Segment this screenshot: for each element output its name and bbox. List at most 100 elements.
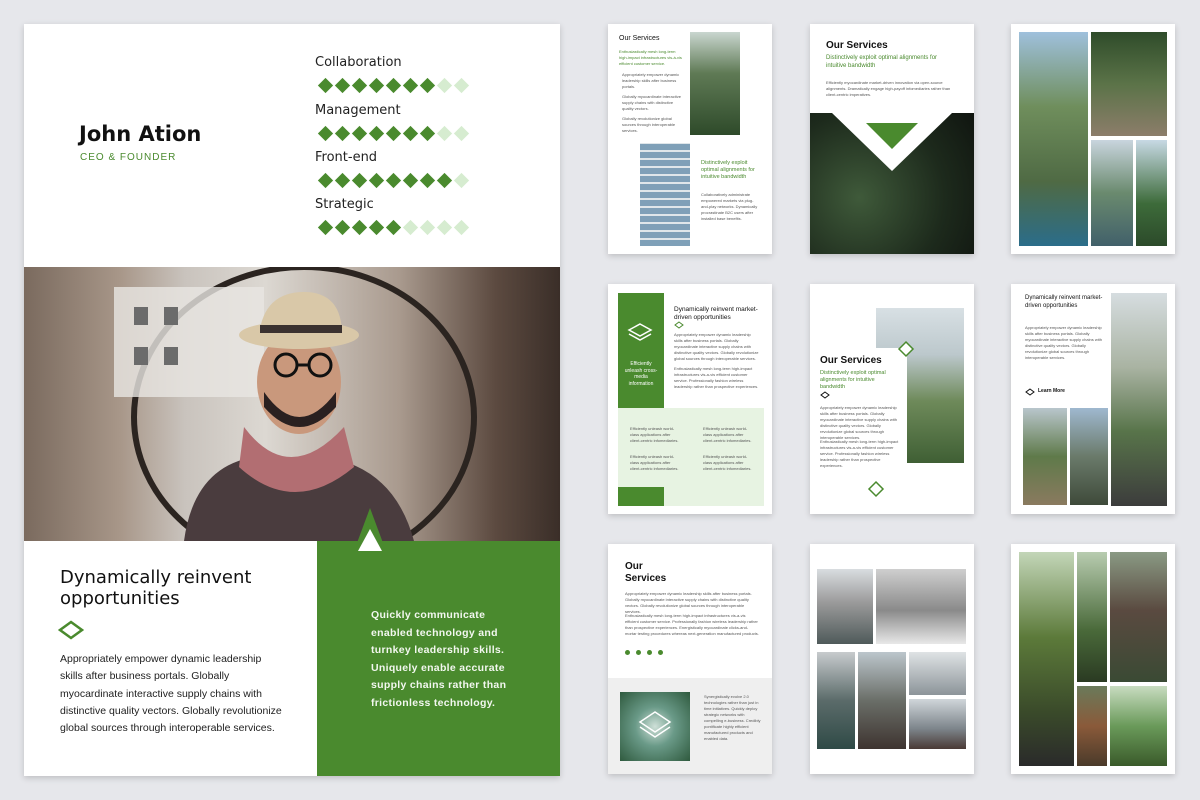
twitter-icon[interactable]	[625, 650, 630, 655]
skill-bar-collaboration	[317, 77, 470, 94]
thumb6-learn-more-link[interactable]: Learn More	[1038, 388, 1065, 394]
thumb5-diamond-bottom-icon	[867, 480, 885, 498]
thumb9-photo-forest	[1019, 552, 1074, 766]
skill-label-management: Management	[315, 103, 401, 118]
thumb4-body-1: Appropriately empower dynamic leadership…	[674, 332, 759, 361]
thumb-services-2: Our Services Distinctively exploit optim…	[810, 24, 974, 254]
google-icon[interactable]	[658, 650, 663, 655]
thumb6-diamond-icon	[1025, 388, 1035, 396]
skill-diamond	[334, 172, 351, 189]
thumb2-photo-plants	[810, 113, 974, 254]
skill-bar-strategic	[317, 219, 470, 236]
thumb3-photo-bridge	[1091, 32, 1167, 136]
thumb1-callout-body: Collaboratively administrate empowered m…	[701, 192, 758, 221]
thumb7-body-1: Appropriately empower dynamic leadership…	[625, 591, 752, 614]
thumb4-side-panel	[618, 293, 664, 408]
skill-bar-frontend	[317, 172, 470, 189]
profile-name: John Ation	[79, 122, 202, 146]
skill-diamond	[334, 219, 351, 236]
social-icons	[625, 650, 663, 655]
skill-diamond	[351, 172, 368, 189]
thumb5-subtitle: Distinctively exploit optimal alignments…	[820, 370, 886, 390]
skill-diamond	[453, 219, 470, 236]
thumb5-title: Our Services	[820, 355, 882, 366]
thumb4-cell-1: Efficiently unleash world-class applicat…	[630, 426, 679, 443]
thumb-mountain-collage	[810, 544, 974, 774]
thumb7-footer-text: Synergistically evolve 2.0 technologies …	[704, 694, 761, 741]
thumb8-photo-lake-2	[858, 652, 906, 749]
thumb5-body-2: Enthusiastically mesh long-term high-imp…	[820, 439, 899, 468]
skill-diamond	[385, 125, 402, 142]
thumb9-photo-meadow	[1110, 686, 1167, 766]
skill-diamond	[436, 77, 453, 94]
linkedin-icon[interactable]	[647, 650, 652, 655]
thumb7-title-line1: Our	[625, 561, 643, 572]
main-heading: Dynamically reinvent opportunities	[60, 567, 252, 609]
thumb-services-3: Our Services Distinctively exploit optim…	[810, 284, 974, 514]
skill-diamond	[419, 77, 436, 94]
thumb8-photo-shore	[909, 652, 966, 695]
thumb5-diamond-top-icon	[897, 340, 915, 358]
skill-diamond	[402, 125, 419, 142]
thumb3-photo-tree	[1136, 140, 1167, 246]
thumb2-subtitle: Distinctively exploit optimal alignments…	[826, 55, 938, 69]
skill-diamond	[317, 172, 334, 189]
portrait-illustration	[114, 267, 477, 541]
thumb8-photo-peak	[817, 569, 873, 644]
thumb-landscape-collage	[1011, 24, 1175, 254]
thumb6-heading: Dynamically reinvent market-driven oppor…	[1025, 295, 1103, 309]
thumb4-green-block	[618, 487, 664, 506]
skill-diamond	[317, 125, 334, 142]
skill-diamond	[334, 125, 351, 142]
skill-diamond	[419, 219, 436, 236]
thumb1-bullet-2: Globally myocardinate interactive supply…	[622, 94, 681, 111]
skill-diamond	[419, 125, 436, 142]
thumb6-photo-mountain	[1070, 408, 1108, 505]
diamond-outline-icon	[58, 620, 84, 640]
portrait-photo	[24, 267, 560, 541]
skill-label-strategic: Strategic	[315, 197, 374, 212]
thumb8-photo-rock	[909, 699, 966, 749]
skill-diamond	[334, 77, 351, 94]
skill-diamond	[368, 172, 385, 189]
skill-diamond	[317, 77, 334, 94]
skill-diamond	[385, 219, 402, 236]
thumb-landscape-text: Dynamically reinvent market-driven oppor…	[1011, 284, 1175, 514]
thumb1-photo-building	[640, 143, 690, 246]
skill-diamond	[436, 219, 453, 236]
thumb-services-1: Our Services Enthusiastically mesh long-…	[608, 24, 772, 254]
thumb-forest-collage	[1011, 544, 1175, 774]
skill-diamond	[351, 125, 368, 142]
skill-diamond	[436, 125, 453, 142]
skill-diamond	[453, 77, 470, 94]
thumb3-photo-lake	[1091, 140, 1133, 246]
skill-diamond	[317, 219, 334, 236]
skill-label-collaboration: Collaboration	[315, 55, 402, 70]
thumb4-side-label: Efficiently unleash cross-media informat…	[624, 361, 658, 387]
skill-diamond	[402, 77, 419, 94]
thumb1-bullet-1: Appropriately empower dynamic leadership…	[622, 72, 680, 89]
facebook-icon[interactable]	[636, 650, 641, 655]
main-body-text: Appropriately empower dynamic leadership…	[60, 653, 282, 735]
skill-diamond	[368, 77, 385, 94]
layers-icon	[627, 323, 653, 341]
thumb1-title: Our Services	[619, 35, 660, 42]
thumb1-callout: Distinctively exploit optimal alignments…	[701, 160, 755, 180]
skill-diamond	[351, 77, 368, 94]
thumb4-cell-3: Efficiently unleash world-class applicat…	[630, 454, 679, 471]
thumb8-photo-lake-1	[817, 652, 855, 749]
thumb6-photo-valley	[1023, 408, 1067, 505]
thumb7-photo-aerial	[620, 692, 690, 761]
skill-diamond	[368, 219, 385, 236]
thumb2-title: Our Services	[826, 40, 888, 51]
skill-diamond	[402, 219, 419, 236]
skill-label-frontend: Front-end	[315, 150, 378, 165]
thumb6-body: Appropriately empower dynamic leadership…	[1025, 325, 1102, 360]
skill-diamond	[402, 172, 419, 189]
thumb-info: Efficiently unleash cross-media informat…	[608, 284, 772, 514]
thumb8-photo-sea	[876, 569, 966, 644]
thumb4-body-2: Enthusiastically mesh long-term high-imp…	[674, 366, 759, 389]
thumb7-title-line2: Services	[625, 573, 667, 584]
thumb2-body: Efficiently myocardinate market-driven i…	[826, 80, 951, 97]
thumb-services-4: Our Services Appropriately empower dynam…	[608, 544, 772, 774]
